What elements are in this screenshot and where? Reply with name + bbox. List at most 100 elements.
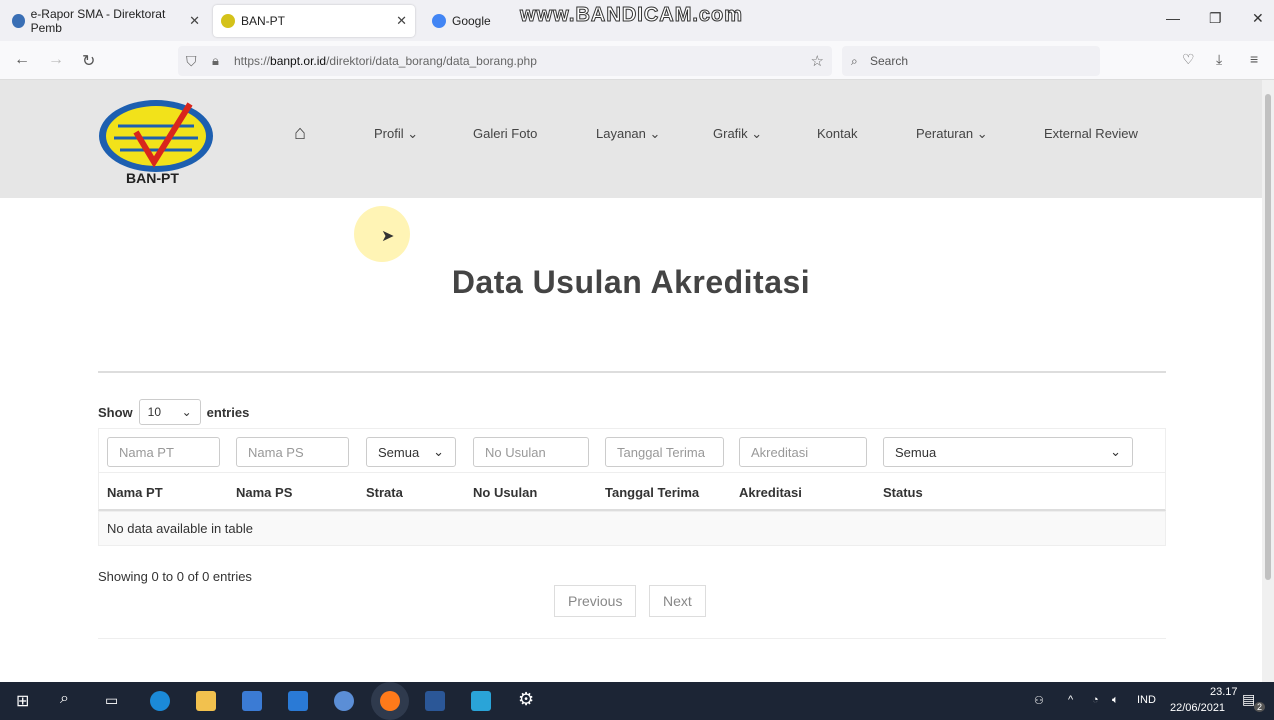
url-bar[interactable]: ⛉ 🔒︎ https://banpt.or.id/direktori/data_… — [178, 46, 832, 76]
chevron-down-icon: ⌄ — [181, 405, 192, 419]
banpt-favicon-icon — [221, 14, 235, 28]
tab-erapor[interactable]: e-Rapor SMA - Direktorat Pemb ✕ — [4, 5, 208, 37]
task-view-icon[interactable]: ▭ — [105, 692, 118, 709]
search-input[interactable]: ⌕ Search — [842, 46, 1100, 76]
clock-date[interactable]: 22/06/2021 — [1170, 702, 1225, 714]
strata-value: Semua — [378, 444, 420, 460]
file-explorer-icon[interactable] — [196, 691, 216, 711]
logo-text: BAN-PT — [126, 170, 179, 186]
bookmark-star-icon[interactable]: ☆ — [811, 52, 824, 70]
table-header: Nama PT Nama PS Strata No Usulan Tanggal… — [98, 472, 1166, 511]
erapor-favicon-icon — [12, 14, 25, 28]
lock-icon: 🔒︎ — [212, 53, 219, 68]
home-icon[interactable]: ⌂ — [294, 122, 306, 145]
empty-table-row: No data available in table — [98, 511, 1166, 546]
nama-ps-filter[interactable]: Nama PS — [236, 437, 349, 467]
clock-time[interactable]: 23.17 — [1210, 686, 1238, 698]
download-icon[interactable]: ⤓ — [1216, 51, 1222, 68]
status-filter[interactable]: Semua ⌄ — [883, 437, 1133, 467]
url-path: /direktori/data_borang/data_borang.php — [326, 54, 537, 68]
windows-start-icon[interactable]: ⊞ — [16, 691, 29, 711]
close-tab-icon[interactable]: ✕ — [396, 13, 407, 29]
tab-title: e-Rapor SMA - Direktorat Pemb — [30, 7, 166, 35]
col-strata[interactable]: Strata — [366, 485, 403, 500]
windows-taskbar: ⊞ ⌕ ▭ ⚙ ⚇ ^ ◔ 🔈︎ IND 23.17 22/06/2021 ▤ … — [0, 682, 1274, 720]
tab-bar: e-Rapor SMA - Direktorat Pemb ✕ BAN-PT ✕ G… — [0, 0, 1274, 41]
filter-row: Nama PT Nama PS Semua ⌄ No Usulan Tanggal… — [98, 428, 1166, 472]
entries-select[interactable]: 10 ⌄ — [138, 399, 201, 425]
strata-filter[interactable]: Semua ⌄ — [366, 437, 456, 467]
search-placeholder: Search — [870, 54, 909, 68]
page-title: Data Usulan Akreditasi — [451, 264, 811, 300]
bandicam-watermark: www.BANDICAM.com — [519, 4, 744, 27]
minimize-icon[interactable]: — — [1166, 10, 1180, 26]
url-prefix: https:// — [234, 54, 271, 68]
page-scrollbar[interactable] — [1262, 80, 1274, 682]
tanggal-terima-filter[interactable]: Tanggal Terima — [605, 437, 724, 467]
google-favicon-icon — [432, 14, 446, 28]
menu-galeri-foto[interactable]: Galeri Foto — [473, 126, 537, 141]
col-tanggal-terima[interactable]: Tanggal Terima — [605, 485, 699, 500]
tab-title: Google — [452, 14, 491, 28]
previous-button[interactable]: Previous — [554, 585, 637, 617]
mail-icon[interactable] — [288, 691, 308, 711]
edge-icon[interactable] — [150, 691, 170, 711]
entries-length-control: Show 10 ⌄ entries — [98, 399, 249, 425]
photos-icon[interactable] — [471, 691, 491, 711]
chevron-down-icon: ⌄ — [433, 444, 444, 459]
tab-title: BAN-PT — [241, 14, 286, 28]
col-akreditasi[interactable]: Akreditasi — [739, 485, 802, 500]
entries-value: 10 — [147, 405, 162, 419]
status-value: Semua — [895, 444, 937, 460]
reload-icon[interactable]: ↻ — [82, 51, 95, 71]
mouse-cursor-icon: ➤ — [381, 228, 395, 245]
next-button[interactable]: Next — [649, 585, 706, 617]
show-label: Show — [98, 404, 133, 420]
settings-icon[interactable]: ⚙ — [518, 689, 534, 710]
scrollbar-thumb[interactable] — [1265, 94, 1271, 580]
people-icon[interactable]: ⚇ — [1034, 694, 1044, 707]
tab-google[interactable]: Google — [424, 5, 524, 37]
entries-label: entries — [206, 404, 250, 420]
close-tab-icon[interactable]: ✕ — [189, 13, 200, 29]
col-nama-ps[interactable]: Nama PS — [236, 485, 292, 500]
search-taskbar-icon[interactable]: ⌕ — [60, 690, 69, 708]
volume-icon[interactable]: 🔈︎ — [1112, 694, 1119, 707]
menu-kontak[interactable]: Kontak — [817, 126, 857, 141]
menu-grafik[interactable]: Grafik ⌄ — [713, 126, 762, 142]
nama-pt-filter[interactable]: Nama PT — [107, 437, 220, 467]
shield-icon: ⛉ — [186, 52, 197, 69]
url-domain: banpt.or.id — [270, 54, 327, 68]
close-window-icon[interactable]: ✕ — [1252, 10, 1264, 27]
akreditasi-filter[interactable]: Akreditasi — [739, 437, 867, 467]
col-nama-pt[interactable]: Nama PT — [107, 485, 163, 500]
chevron-down-icon: ⌄ — [1110, 444, 1121, 459]
tab-banpt[interactable]: BAN-PT ✕ — [213, 5, 415, 37]
firefox-icon[interactable] — [380, 691, 400, 711]
app-icon[interactable] — [334, 691, 354, 711]
notification-count: 2 — [1254, 702, 1266, 712]
forward-icon[interactable]: → — [48, 51, 64, 69]
col-no-usulan[interactable]: No Usulan — [473, 485, 537, 500]
menu-external-review[interactable]: External Review — [1044, 126, 1138, 141]
col-status[interactable]: Status — [883, 485, 923, 500]
data-table-panel: Show 10 ⌄ entries Nama PT Nama PS Semua ⌄ … — [98, 371, 1166, 639]
table-info: Showing 0 to 0 of 0 entries — [98, 569, 252, 584]
menu-icon[interactable]: ≡ — [1250, 51, 1258, 67]
wifi-icon[interactable]: ◔ — [1092, 694, 1099, 706]
menu-layanan[interactable]: Layanan ⌄ — [596, 126, 660, 142]
back-icon[interactable]: ← — [14, 51, 30, 69]
language-indicator[interactable]: IND — [1137, 694, 1156, 706]
banpt-logo[interactable]: BAN-PT — [98, 98, 216, 188]
store-icon[interactable] — [242, 691, 262, 711]
site-header: BAN-PT ⌂ Profil ⌄ Galeri Foto Layanan ⌄ … — [0, 80, 1262, 198]
restore-icon[interactable]: ❐ — [1209, 10, 1222, 27]
search-icon: ⌕ — [851, 53, 858, 68]
menu-profil[interactable]: Profil ⌄ — [374, 126, 418, 142]
pocket-icon[interactable]: ♡ — [1182, 51, 1195, 68]
no-usulan-filter[interactable]: No Usulan — [473, 437, 589, 467]
nav-toolbar: ← → ↻ ⛉ 🔒︎ https://banpt.or.id/direktori… — [0, 41, 1274, 80]
menu-peraturan[interactable]: Peraturan ⌄ — [916, 126, 988, 142]
word-icon[interactable] — [425, 691, 445, 711]
tray-chevron-up-icon[interactable]: ^ — [1068, 694, 1073, 706]
